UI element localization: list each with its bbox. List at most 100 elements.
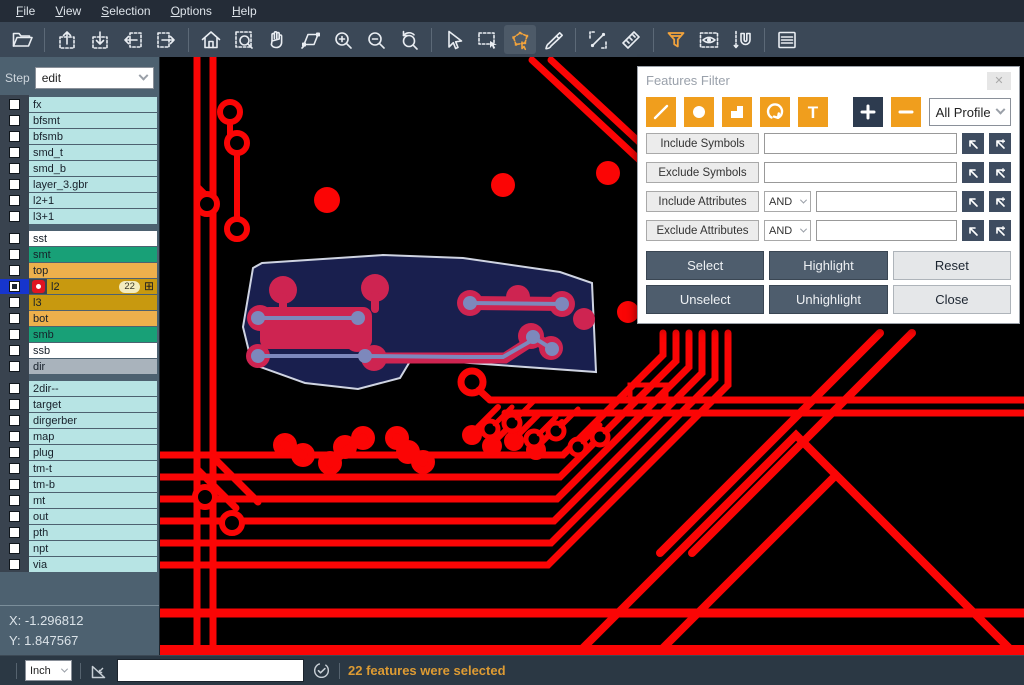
checkbox[interactable] <box>9 211 20 222</box>
view-options-icon[interactable] <box>693 25 725 54</box>
layer-row-map[interactable]: map <box>0 429 159 444</box>
step-select[interactable]: edit <box>35 67 154 89</box>
layer-visibility-checkbox[interactable] <box>0 97 29 112</box>
layer-row-fx[interactable]: fx <box>0 97 159 112</box>
pick-add-icon[interactable] <box>989 191 1011 212</box>
checkbox[interactable] <box>9 345 20 356</box>
layer-row-2dir--[interactable]: 2dir-- <box>0 381 159 396</box>
dialog-title-bar[interactable]: Features Filter ✕ <box>638 67 1019 94</box>
features-filter-icon[interactable] <box>660 25 692 54</box>
layer-visibility-checkbox[interactable] <box>0 295 29 310</box>
layer-visibility-checkbox[interactable] <box>0 461 29 476</box>
select-rectangle-icon[interactable] <box>471 25 503 54</box>
checkbox[interactable] <box>9 115 20 126</box>
layer-name[interactable]: tm-b <box>29 477 157 492</box>
layer-visibility-checkbox[interactable] <box>0 525 29 540</box>
exclude-symbols-input[interactable] <box>764 162 957 183</box>
layer-row-bot[interactable]: bot <box>0 311 159 326</box>
checkbox[interactable] <box>9 313 20 324</box>
checkbox[interactable] <box>9 527 20 538</box>
unit-select[interactable]: Inch <box>25 660 72 681</box>
layer-visibility-checkbox[interactable] <box>0 381 29 396</box>
checkbox[interactable] <box>9 131 20 142</box>
layer-visibility-checkbox[interactable] <box>0 311 29 326</box>
measure-ruler-icon[interactable] <box>615 25 647 54</box>
checkbox[interactable] <box>9 147 20 158</box>
select-pointer-icon[interactable] <box>438 25 470 54</box>
snap-magnet-icon[interactable] <box>726 25 758 54</box>
layer-row-layer_3.gbr[interactable]: layer_3.gbr <box>0 177 159 192</box>
layer-name[interactable]: mt <box>29 493 157 508</box>
include-symbols-button[interactable]: Include Symbols <box>646 133 759 154</box>
layer-row-npt[interactable]: npt <box>0 541 159 556</box>
pick-add-icon[interactable] <box>989 162 1011 183</box>
layer-visibility-checkbox[interactable] <box>0 193 29 208</box>
layer-name[interactable]: smd_t <box>29 145 157 160</box>
layer-row-pth[interactable]: pth <box>0 525 159 540</box>
layer-name[interactable]: smb <box>29 327 157 342</box>
include-attributes-input[interactable] <box>816 191 957 212</box>
layer-visibility-checkbox[interactable] <box>0 557 29 572</box>
profile-select[interactable]: All Profile <box>929 98 1011 126</box>
logic-select[interactable]: AND <box>764 220 811 241</box>
layer-row-smd_t[interactable]: smd_t <box>0 145 159 160</box>
layer-visibility-checkbox[interactable] <box>0 145 29 160</box>
layer-visibility-checkbox[interactable] <box>0 209 29 224</box>
layer-row-smd_b[interactable]: smd_b <box>0 161 159 176</box>
command-input[interactable] <box>117 659 304 682</box>
filter-type-line-button[interactable] <box>646 97 676 127</box>
paint-select-icon[interactable] <box>537 25 569 54</box>
layer-row-sst[interactable]: sst <box>0 231 159 246</box>
checkbox[interactable] <box>9 249 20 260</box>
layer-name[interactable]: via <box>29 557 157 572</box>
layer-name[interactable]: fx <box>29 97 157 112</box>
layer-visibility-checkbox[interactable] <box>0 231 29 246</box>
checkbox[interactable] <box>9 99 20 110</box>
home-icon[interactable] <box>195 25 227 54</box>
apply-refresh-icon[interactable] <box>312 661 331 680</box>
layer-row-top[interactable]: top <box>0 263 159 278</box>
layer-row-mt[interactable]: mt <box>0 493 159 508</box>
layer-visibility-checkbox[interactable] <box>0 509 29 524</box>
view-down-icon[interactable] <box>84 25 116 54</box>
open-folder-icon[interactable] <box>6 25 38 54</box>
close-button[interactable]: Close <box>893 285 1011 314</box>
select-polygon-icon[interactable] <box>504 25 536 54</box>
checkbox[interactable] <box>9 415 20 426</box>
checkbox[interactable] <box>9 361 20 372</box>
menu-item-selection[interactable]: Selection <box>91 0 160 22</box>
layer-row-bfsmt[interactable]: bfsmt <box>0 113 159 128</box>
include-symbols-input[interactable] <box>764 133 957 154</box>
report-panel-icon[interactable] <box>771 25 803 54</box>
layer-name[interactable]: ssb <box>29 343 157 358</box>
pick-icon[interactable] <box>962 191 984 212</box>
layer-visibility-checkbox[interactable] <box>0 247 29 262</box>
checkbox[interactable] <box>9 265 20 276</box>
layer-name[interactable]: map <box>29 429 157 444</box>
include-plus-button[interactable] <box>853 97 883 127</box>
layer-row-plug[interactable]: plug <box>0 445 159 460</box>
pick-add-icon[interactable] <box>989 220 1011 241</box>
checkbox[interactable] <box>9 383 20 394</box>
checkbox[interactable] <box>9 447 20 458</box>
layer-name[interactable]: layer_3.gbr <box>29 177 157 192</box>
unhighlight-button[interactable]: Unhighlight <box>769 285 887 314</box>
zoom-previous-icon[interactable] <box>393 25 425 54</box>
layer-row-l2[interactable]: l222⊞ <box>0 279 159 294</box>
layer-row-tm-b[interactable]: tm-b <box>0 477 159 492</box>
filter-type-pad-button[interactable] <box>684 97 714 127</box>
layer-row-smb[interactable]: smb <box>0 327 159 342</box>
layer-visibility-checkbox[interactable] <box>0 397 29 412</box>
pick-icon[interactable] <box>962 162 984 183</box>
layer-visibility-checkbox[interactable] <box>0 413 29 428</box>
layer-visibility-checkbox[interactable] <box>0 429 29 444</box>
layer-row-smt[interactable]: smt <box>0 247 159 262</box>
layer-visibility-checkbox[interactable] <box>0 359 29 374</box>
layer-row-target[interactable]: target <box>0 397 159 412</box>
layer-visibility-checkbox[interactable] <box>0 343 29 358</box>
pan-hand-icon[interactable] <box>261 25 293 54</box>
layer-name[interactable]: bot <box>29 311 157 326</box>
zoom-out-icon[interactable] <box>360 25 392 54</box>
layer-row-via[interactable]: via <box>0 557 159 572</box>
checkbox[interactable] <box>9 543 20 554</box>
